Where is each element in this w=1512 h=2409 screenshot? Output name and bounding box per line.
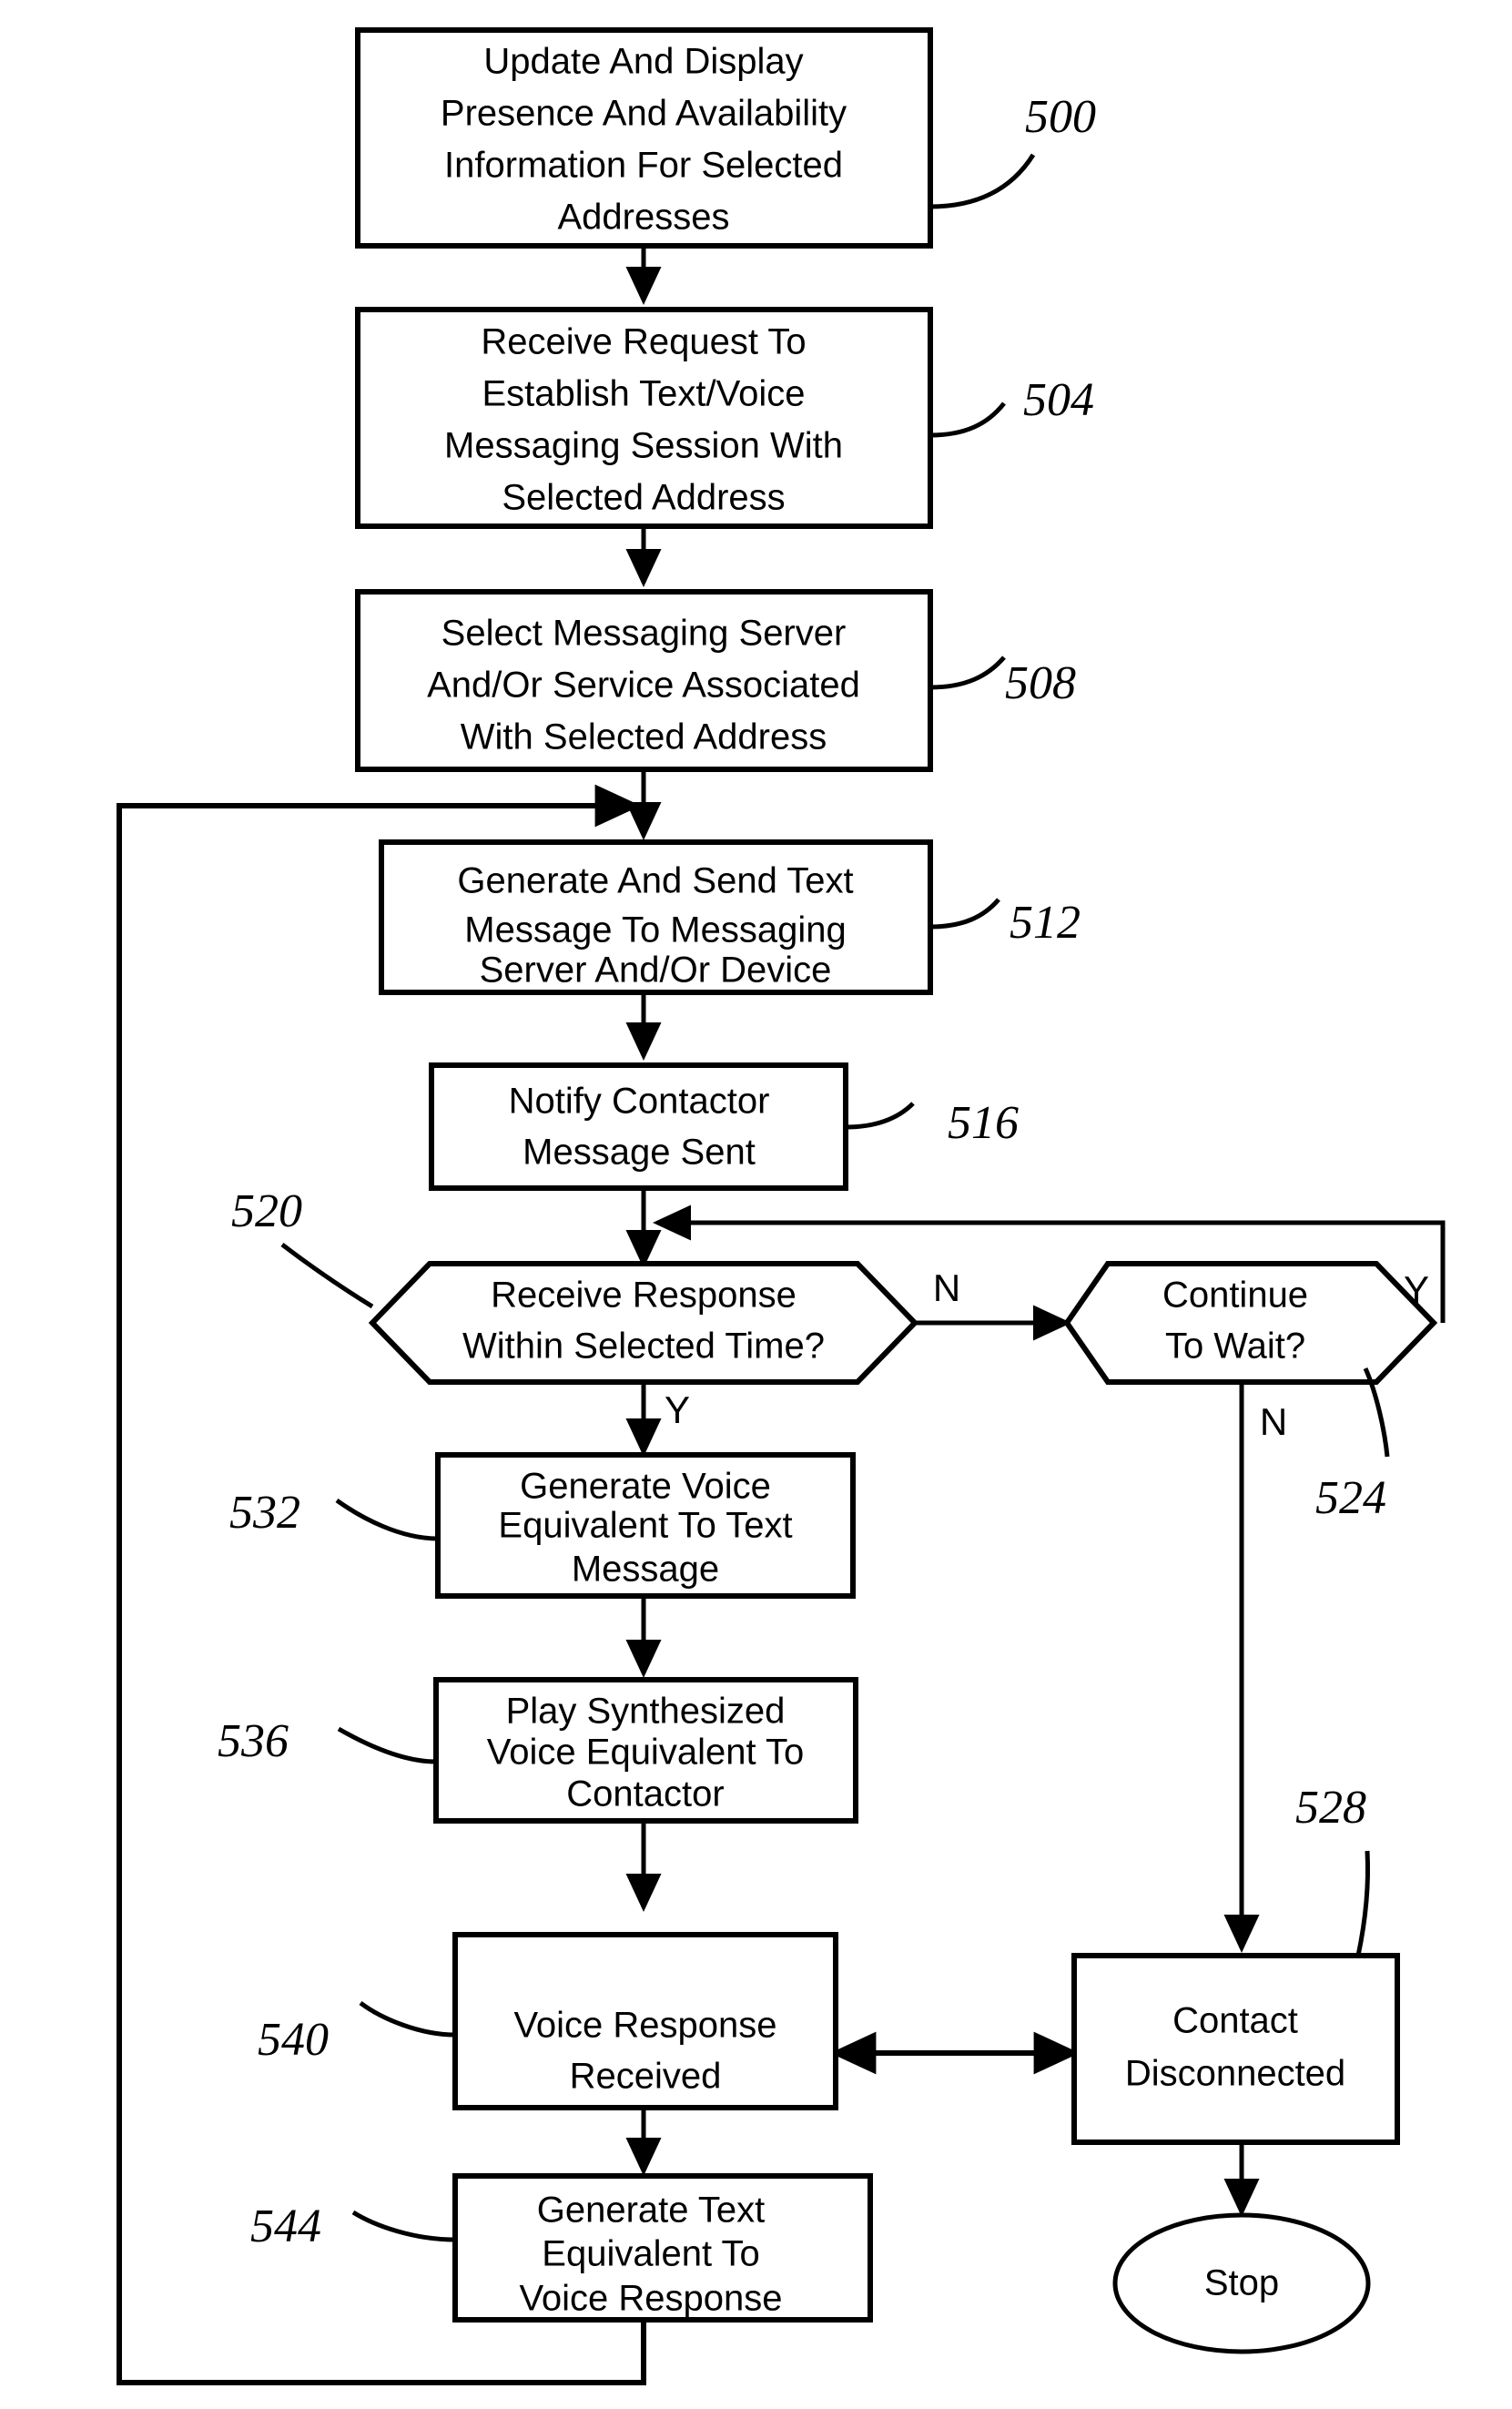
flowchart-canvas: Update And Display Presence And Availabi… — [117, 27, 1446, 2385]
node-500-line-1: Update And Display — [483, 42, 803, 82]
leader-line-536 — [337, 1726, 437, 1764]
process-node-504: Receive Request To Establish Text/Voice … — [355, 307, 933, 529]
ref-label-500: 500 — [1025, 91, 1096, 143]
node-508-line-1: Select Messaging Server — [441, 614, 847, 654]
node-504-line-4: Selected Address — [502, 478, 785, 518]
ref-label-528: 528 — [1295, 1782, 1366, 1834]
node-500-line-4: Addresses — [558, 198, 730, 238]
node-508-line-3: With Selected Address — [461, 717, 827, 757]
ref-label-504: 504 — [1023, 374, 1094, 426]
node-512-line-1: Generate And Send Text — [457, 861, 853, 901]
leader-line-500 — [929, 153, 1036, 209]
node-508-line-2: And/Or Service Associated — [427, 666, 860, 706]
node-516-line-1: Notify Contactor — [509, 1082, 770, 1122]
figure-page: Update And Display Presence And Availabi… — [0, 0, 1512, 2409]
node-544-line-2: Equivalent To — [542, 2234, 759, 2274]
process-node-508: Select Messaging Server And/Or Service A… — [355, 589, 933, 772]
leader-line-512 — [929, 898, 1000, 930]
node-528-line-2: Disconnected — [1125, 2054, 1345, 2094]
node-544-line-3: Voice Response — [519, 2279, 782, 2319]
node-stop-label: Stop — [1204, 2263, 1279, 2303]
node-504-line-2: Establish Text/Voice — [482, 374, 805, 414]
node-528-line-1: Contact — [1172, 2001, 1298, 2041]
process-node-512: Generate And Send Text Message To Messag… — [379, 839, 933, 995]
node-520-line-2: Within Selected Time? — [462, 1326, 825, 1367]
node-536-line-1: Play Synthesized — [506, 1692, 786, 1732]
node-528-box — [1071, 1953, 1400, 2145]
leader-line-540 — [359, 2000, 456, 2038]
ref-label-524: 524 — [1315, 1472, 1386, 1524]
ref-label-540: 540 — [258, 2014, 329, 2066]
branch-label-520-yes: Y — [665, 1388, 690, 1431]
decision-node-520: Receive Response Within Selected Time? — [368, 1261, 919, 1385]
node-540-line-1: Voice Response — [513, 2006, 776, 2046]
decision-node-524: Continue To Wait? — [1063, 1261, 1438, 1385]
branch-label-520-no: N — [933, 1266, 960, 1309]
node-536-line-2: Voice Equivalent To — [487, 1733, 804, 1773]
leader-line-504 — [929, 402, 1006, 438]
node-536-line-3: Contactor — [566, 1774, 724, 1814]
ref-label-508: 508 — [1005, 657, 1076, 709]
ref-label-536: 536 — [218, 1715, 289, 1767]
node-516-line-2: Message Sent — [523, 1133, 756, 1173]
leader-line-516 — [845, 1102, 915, 1130]
node-524-line-2: To Wait? — [1165, 1326, 1305, 1367]
process-node-532: Generate Voice Equivalent To Text Messag… — [435, 1452, 856, 1599]
leader-line-532 — [335, 1498, 439, 1541]
ref-label-516: 516 — [948, 1097, 1019, 1149]
node-512-line-2: Message To Messaging — [464, 910, 847, 950]
node-500-line-2: Presence And Availability — [441, 94, 847, 134]
terminator-node-stop: Stop — [1112, 2212, 1371, 2354]
leader-line-528 — [1355, 1850, 1371, 1957]
process-node-544: Generate Text Equivalent To Voice Respon… — [452, 2173, 873, 2323]
process-node-516: Notify Contactor Message Sent — [429, 1062, 848, 1191]
process-node-540: Voice Response Received — [452, 1932, 838, 2110]
ref-label-520: 520 — [231, 1185, 302, 1237]
branch-label-524-no: N — [1260, 1400, 1287, 1443]
node-532-line-3: Message — [572, 1550, 719, 1590]
ref-label-512: 512 — [1010, 897, 1081, 949]
leader-line-520 — [280, 1243, 374, 1309]
node-544-line-1: Generate Text — [537, 2190, 766, 2231]
node-504-line-1: Receive Request To — [481, 322, 806, 362]
leader-line-544 — [351, 2210, 456, 2242]
node-500-line-3: Information For Selected — [444, 146, 843, 186]
ref-label-532: 532 — [229, 1487, 300, 1539]
leader-line-508 — [929, 656, 1006, 690]
node-532-line-2: Equivalent To Text — [498, 1506, 792, 1546]
process-node-500: Update And Display Presence And Availabi… — [355, 27, 933, 249]
node-512-line-3: Server And/Or Device — [480, 950, 832, 991]
process-node-536: Play Synthesized Voice Equivalent To Con… — [433, 1677, 858, 1824]
ref-label-544: 544 — [250, 2201, 321, 2252]
process-node-528: Contact Disconnected — [1071, 1953, 1400, 2145]
branch-label-524-yes: Y — [1404, 1268, 1429, 1311]
node-504-line-3: Messaging Session With — [444, 426, 843, 466]
node-524-line-1: Continue — [1162, 1276, 1308, 1316]
node-540-line-2: Received — [570, 2057, 722, 2097]
node-520-line-1: Receive Response — [491, 1276, 797, 1316]
node-532-line-1: Generate Voice — [520, 1467, 771, 1507]
